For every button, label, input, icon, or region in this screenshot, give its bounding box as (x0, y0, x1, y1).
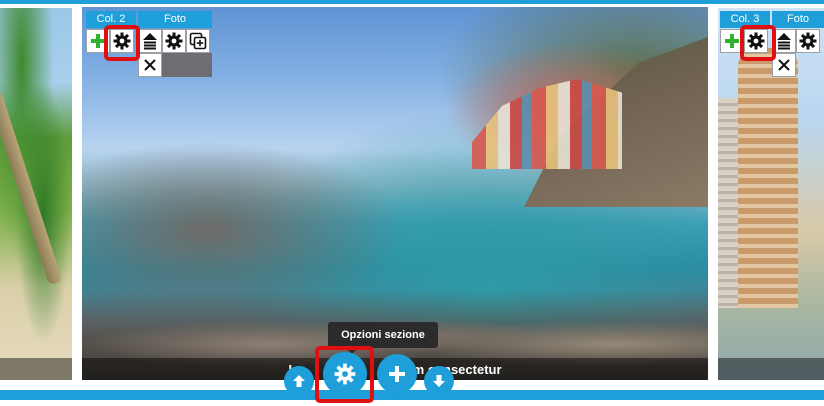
section-bottom-bar (0, 390, 824, 400)
move-up-button[interactable] (138, 29, 162, 53)
arrow-up-icon (293, 375, 305, 387)
plus-icon (389, 366, 405, 382)
duplicate-icon (189, 32, 207, 50)
delete-button[interactable] (138, 53, 162, 77)
photo-settings-button[interactable] (162, 29, 186, 53)
tooltip: Opzioni sezione (328, 322, 438, 354)
top-accent-line (0, 0, 824, 4)
plus-icon (725, 34, 739, 48)
highlight-column-settings (740, 25, 776, 61)
tower-building (738, 48, 798, 308)
photo-settings-button[interactable] (796, 29, 820, 53)
foto-label: Foto (138, 11, 212, 28)
highlight-section-options (315, 346, 374, 403)
slide-palm-beach[interactable] (0, 8, 72, 380)
duplicate-button[interactable] (186, 29, 210, 53)
move-section-down-button[interactable] (424, 366, 454, 396)
toolbar-filler (162, 53, 212, 77)
gear-icon (799, 32, 817, 50)
gear-icon (165, 32, 183, 50)
village-houses (472, 79, 622, 169)
palm-trunk (0, 90, 63, 286)
move-up-icon (777, 33, 791, 50)
highlight-column-settings (104, 25, 140, 61)
close-icon (144, 59, 156, 71)
caption-strip (0, 358, 72, 380)
close-icon (778, 59, 790, 71)
caption-strip (718, 358, 824, 380)
move-section-up-button[interactable] (284, 366, 314, 396)
slider-editor: Lo m consectetur Col. 2 Foto (0, 0, 824, 406)
foto-label: Foto (772, 11, 824, 28)
add-section-button[interactable] (377, 354, 417, 394)
move-up-icon (143, 33, 157, 50)
arrow-down-icon (433, 375, 445, 387)
